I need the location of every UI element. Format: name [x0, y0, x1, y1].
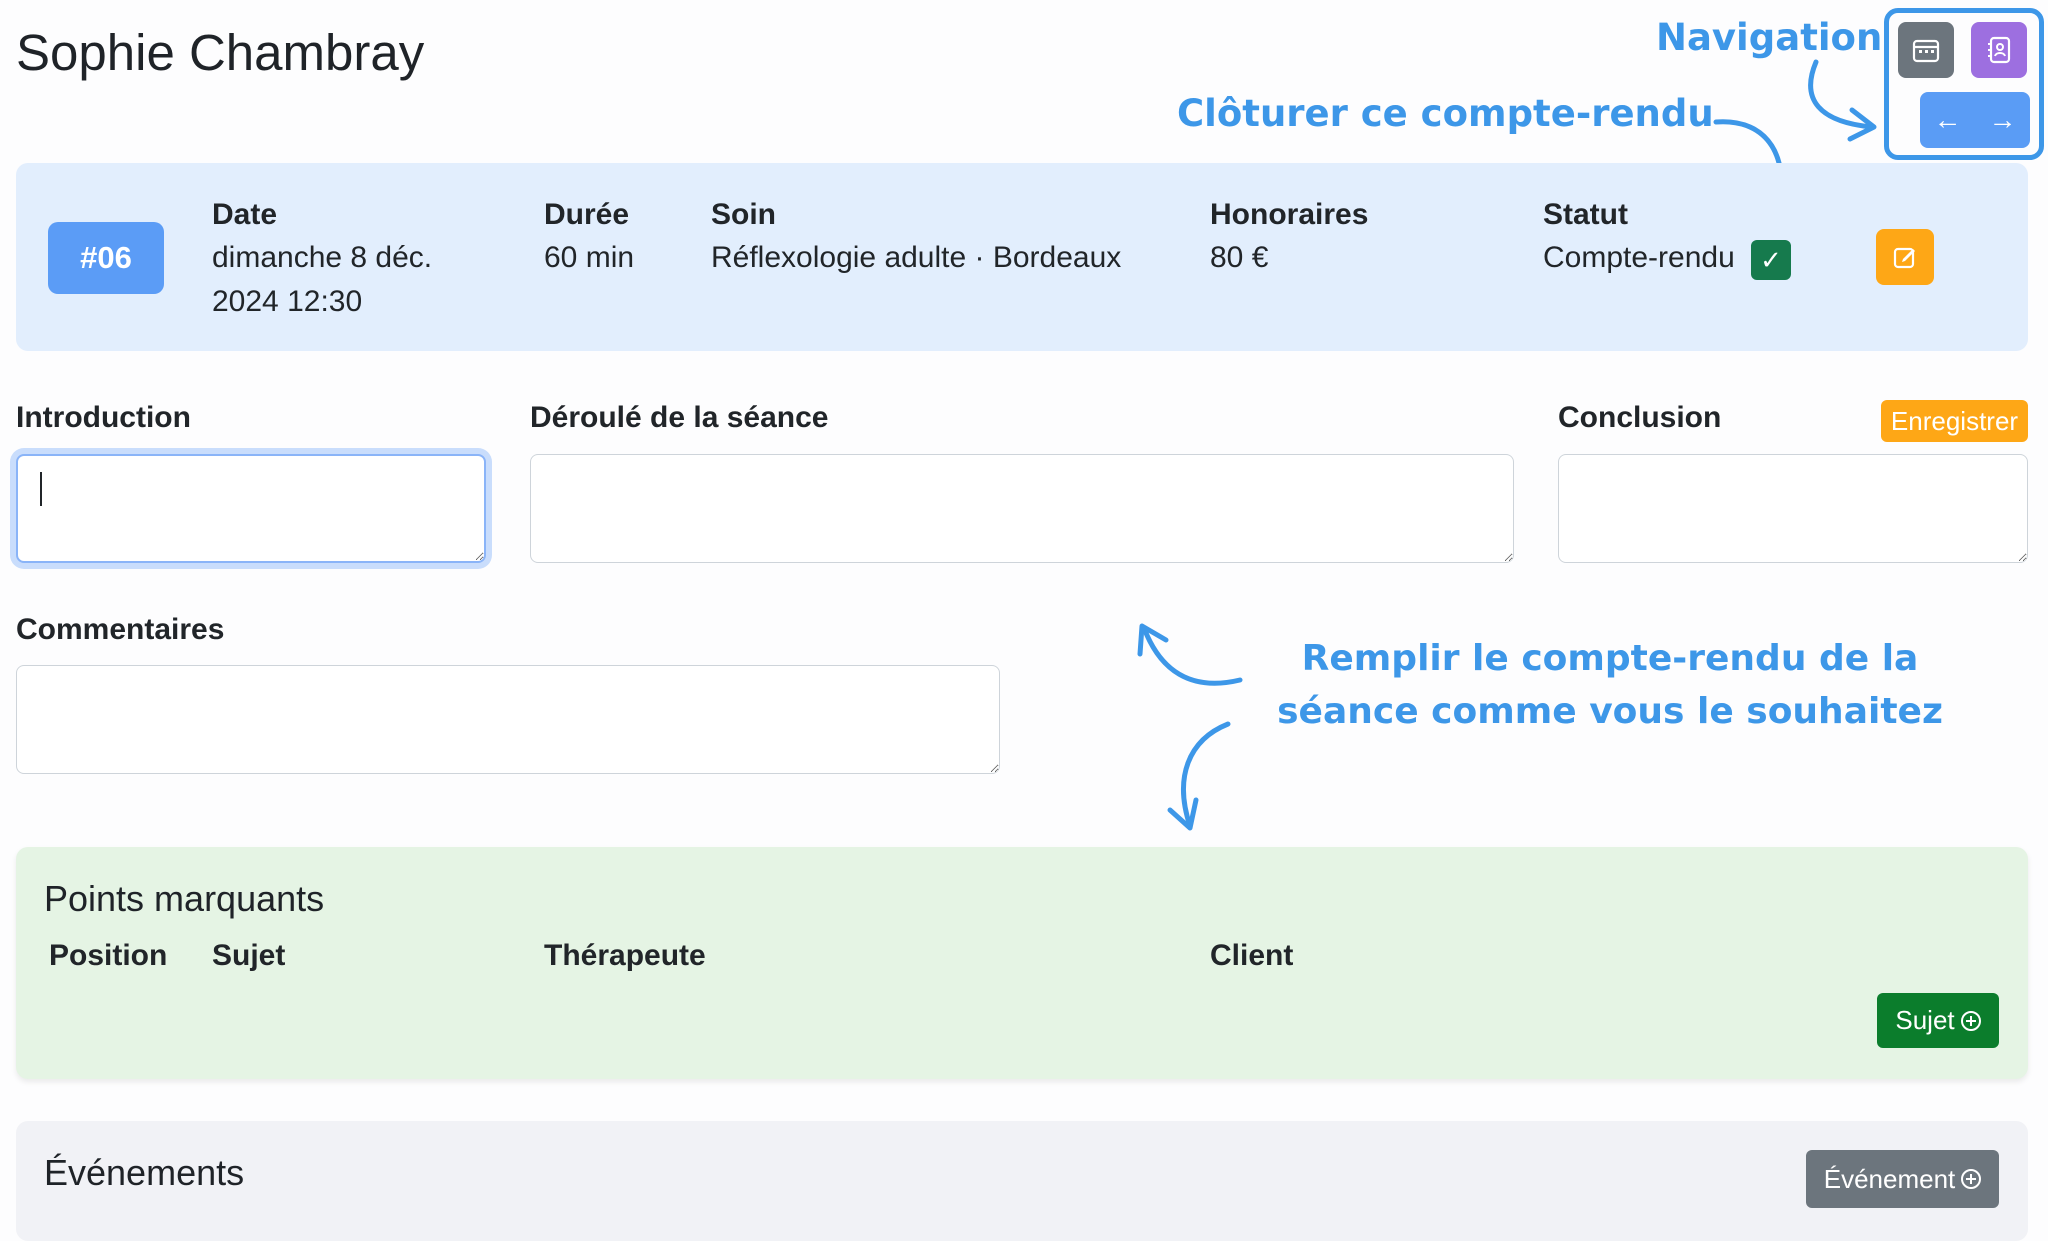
- comments-label: Commentaires: [16, 613, 225, 646]
- date-label: Date: [212, 198, 278, 231]
- introduction-label: Introduction: [16, 401, 191, 434]
- add-event-button[interactable]: Événement: [1806, 1150, 1999, 1208]
- previous-arrow-icon[interactable]: ←: [1934, 104, 1962, 136]
- duration-label: Durée: [544, 198, 630, 231]
- conclusion-field[interactable]: [1558, 454, 2028, 563]
- status-label: Statut: [1543, 198, 1628, 231]
- date-line2: 2024 12:30: [212, 285, 363, 318]
- highlights-title: Points marquants: [44, 878, 325, 919]
- session-number-badge: #06: [48, 222, 164, 294]
- next-arrow-icon[interactable]: →: [1989, 104, 2017, 136]
- plus-circle-icon: [1961, 1169, 1982, 1189]
- add-subject-label: Sujet: [1895, 1005, 1955, 1035]
- fees-label: Honoraires: [1210, 198, 1369, 231]
- text-cursor: [40, 472, 42, 506]
- check-icon: ✓: [1760, 244, 1782, 275]
- column-therapist: Thérapeute: [544, 939, 706, 972]
- deroule-field[interactable]: [530, 454, 1514, 563]
- fees-value: 80 €: [1210, 241, 1269, 274]
- conclusion-label: Conclusion: [1558, 401, 1722, 434]
- edit-icon: [1893, 247, 1915, 269]
- calendar-button[interactable]: [1898, 22, 1954, 78]
- date-line1: dimanche 8 déc.: [212, 241, 433, 274]
- care-value: Réflexologie adulte · Bordeaux: [711, 241, 1122, 274]
- column-subject: Sujet: [212, 939, 286, 972]
- comments-field[interactable]: [16, 665, 1000, 774]
- address-book-icon: [1988, 36, 2011, 64]
- arrow-to-points: [1181, 721, 1231, 829]
- prev-next-group: ← →: [1920, 92, 2030, 148]
- events-card: [16, 1121, 2028, 1241]
- events-title: Événements: [44, 1152, 245, 1193]
- duration-value: 60 min: [544, 241, 635, 274]
- edit-session-button[interactable]: [1876, 229, 1934, 285]
- status-value: Compte-rendu: [1543, 241, 1735, 274]
- calendar-icon: [1912, 39, 1940, 63]
- column-client: Client: [1210, 939, 1294, 972]
- introduction-field[interactable]: [16, 454, 486, 563]
- plus-circle-icon: [1960, 1010, 1981, 1031]
- deroule-label: Déroulé de la séance: [530, 401, 829, 434]
- close-report-checkbox[interactable]: ✓: [1751, 240, 1791, 280]
- contacts-button[interactable]: [1971, 22, 2027, 78]
- column-position: Position: [49, 939, 168, 972]
- add-subject-button[interactable]: Sujet: [1877, 993, 1999, 1048]
- add-event-label: Événement: [1823, 1163, 1956, 1194]
- save-button[interactable]: Enregistrer: [1881, 400, 2028, 442]
- care-label: Soin: [711, 198, 776, 231]
